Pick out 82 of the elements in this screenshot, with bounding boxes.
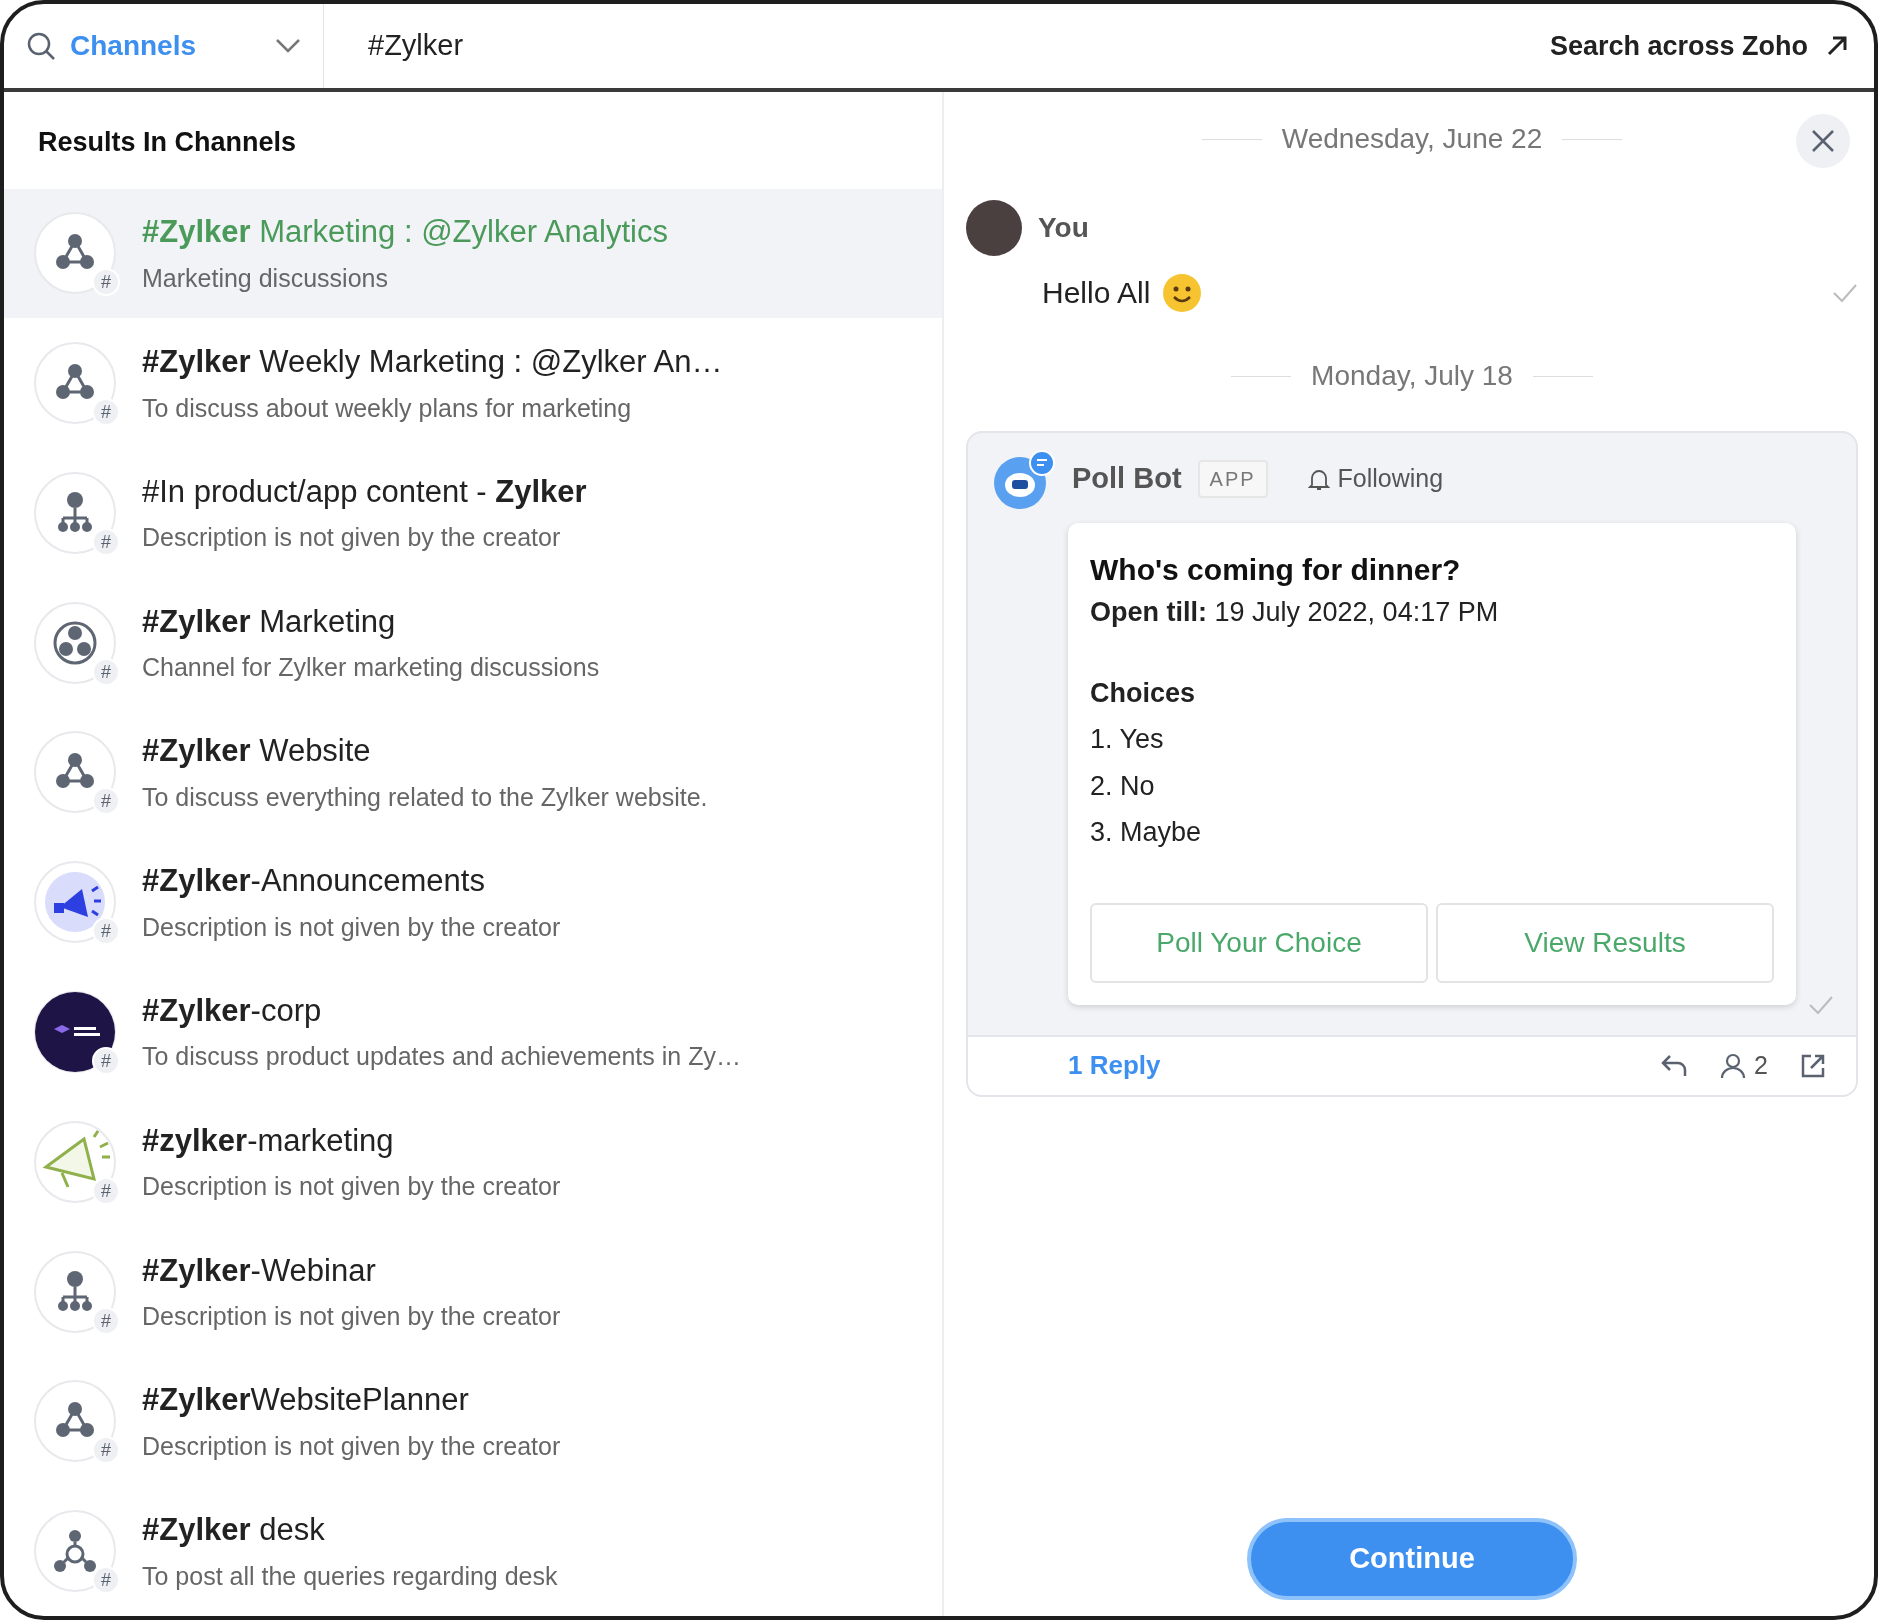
channel-result[interactable]: # #Zylker desk To post all the queries regarding desk (4, 1486, 942, 1616)
message-text: Hello All (1042, 275, 1151, 311)
channel-description: To discuss about weekly plans for marketing (142, 392, 633, 424)
hash-badge: # (92, 1176, 120, 1205)
channel-name: #Zylker-Announcements (142, 862, 486, 901)
hash-badge: # (92, 1436, 120, 1465)
channel-result[interactable]: # #Zylker-Webinar Description is not given by the creator (4, 1226, 942, 1357)
hash-badge: # (92, 657, 120, 686)
channel-name: #Zylker desk (142, 1511, 326, 1550)
channel-result[interactable]: # #Zylker-corp To discuss product updates and achievements in Zy… (4, 967, 942, 1097)
channel-description: To discuss product updates and achievements in Zy… (142, 1041, 741, 1073)
channel-result[interactable]: # #Zylker-Announcements Description is not given by the creator (4, 837, 942, 968)
chevron-down-icon (275, 38, 301, 54)
poll-choice: 3. Maybe (1090, 816, 1203, 849)
channel-description: Description is not given by the creator (142, 911, 561, 943)
following-toggle[interactable]: Following (1307, 460, 1444, 498)
poll-choice: 1. Yes (1090, 723, 1165, 756)
group-network-icon (34, 731, 116, 814)
sender-name: You (1038, 211, 1089, 245)
channel-name: #Zylker Website (142, 732, 372, 771)
channel-name: #ZylkerWebsitePlanner (142, 1381, 470, 1420)
channel-name: #In product/app content - Zylker (142, 472, 587, 511)
hash-badge: # (92, 527, 120, 556)
person-icon[interactable] (1720, 1052, 1747, 1079)
section-heading: Results In Channels (37, 126, 298, 159)
hash-badge: # (92, 268, 120, 297)
checkmark-icon (1808, 994, 1834, 1015)
poll-choice: 2. No (1090, 769, 1156, 803)
search-field[interactable]: #Zylker (324, 23, 1550, 69)
channel-result[interactable]: # #zylker-marketing Description is not given by the creator (4, 1096, 942, 1227)
channel-name: #Zylker Marketing (142, 602, 397, 641)
channel-description: To discuss everything related to the Zylker website. (142, 781, 708, 813)
channel-description: Description is not given by the creator (142, 1171, 561, 1203)
channel-description: Description is not given by the creator (142, 1301, 561, 1332)
app-tag: APP (1197, 460, 1268, 498)
poll-deadline: Open till: 19 July 2022, 04:17 PM (1090, 596, 1500, 629)
checkmark-icon (1832, 282, 1858, 303)
channel-description: Description is not given by the creator (142, 522, 562, 554)
megaphone-icon (34, 1120, 116, 1203)
bell-icon (1307, 467, 1330, 491)
search-across-link[interactable]: Search across Zoho (1549, 25, 1860, 67)
channel-description: To post all the queries regarding desk (142, 1560, 558, 1592)
hash-badge: # (92, 787, 120, 816)
channel-result[interactable]: # #Zylker Marketing : @Zylker Analytics Marketing discussions (4, 188, 942, 319)
channel-name: #zylker-marketing (142, 1121, 395, 1160)
participant-count: 2 (1754, 1049, 1768, 1081)
search-icon (26, 31, 56, 61)
hash-badge: # (92, 917, 120, 946)
user-avatar (966, 200, 1022, 256)
hash-badge: # (92, 1306, 120, 1335)
group-network-icon (34, 212, 116, 295)
channel-result[interactable]: # #ZylkerWebsitePlanner Description is not given by the creator (4, 1356, 942, 1487)
hash-badge: # (92, 398, 120, 427)
group-circle-icon (34, 601, 116, 684)
hash-badge: # (92, 1566, 120, 1595)
hash-badge: # (92, 1046, 120, 1075)
close-icon (1811, 129, 1835, 153)
external-link-icon[interactable] (1800, 1052, 1826, 1079)
channel-result[interactable]: # #Zylker Website To discuss everything related to the Zylker website. (4, 707, 942, 838)
channel-name: #Zylker Marketing : @Zylker Analytics (142, 213, 668, 252)
hierarchy-icon (34, 1250, 116, 1333)
channel-description: Description is not given by the creator (142, 1430, 561, 1462)
channel-description: Marketing discussions (142, 262, 389, 294)
group-network-icon (34, 342, 116, 425)
bot-icon (992, 449, 1056, 509)
channel-name: #Zylker-Webinar (142, 1251, 377, 1290)
smiley-icon (1162, 272, 1203, 313)
date-separator: Wednesday, June 22 (1281, 122, 1543, 156)
reply-icon[interactable] (1660, 1053, 1689, 1078)
channel-result[interactable]: # #Zylker Weekly Marketing : @Zylker An… To discuss about weekly plans for marketing (4, 318, 942, 449)
channel-result[interactable]: # #Zylker Marketing Channel for Zylker marketing discussions (4, 577, 942, 708)
bot-name: Poll Bot (1072, 461, 1182, 497)
group-network-icon (34, 1380, 116, 1463)
choices-heading: Choices (1090, 676, 1197, 710)
hierarchy-icon (34, 471, 116, 554)
channel-result[interactable]: # #In product/app content - Zylker Description is not given by the creator (4, 448, 942, 578)
poll-question: Who's coming for dinner? (1090, 552, 1462, 588)
channel-name: #Zylker-corp (142, 991, 323, 1030)
channel-name: #Zylker Weekly Marketing : @Zylker An… (142, 343, 723, 382)
hub-icon (34, 1510, 116, 1593)
channel-description: Channel for Zylker marketing discussions (142, 652, 600, 684)
date-separator: Monday, July 18 (1311, 359, 1513, 393)
